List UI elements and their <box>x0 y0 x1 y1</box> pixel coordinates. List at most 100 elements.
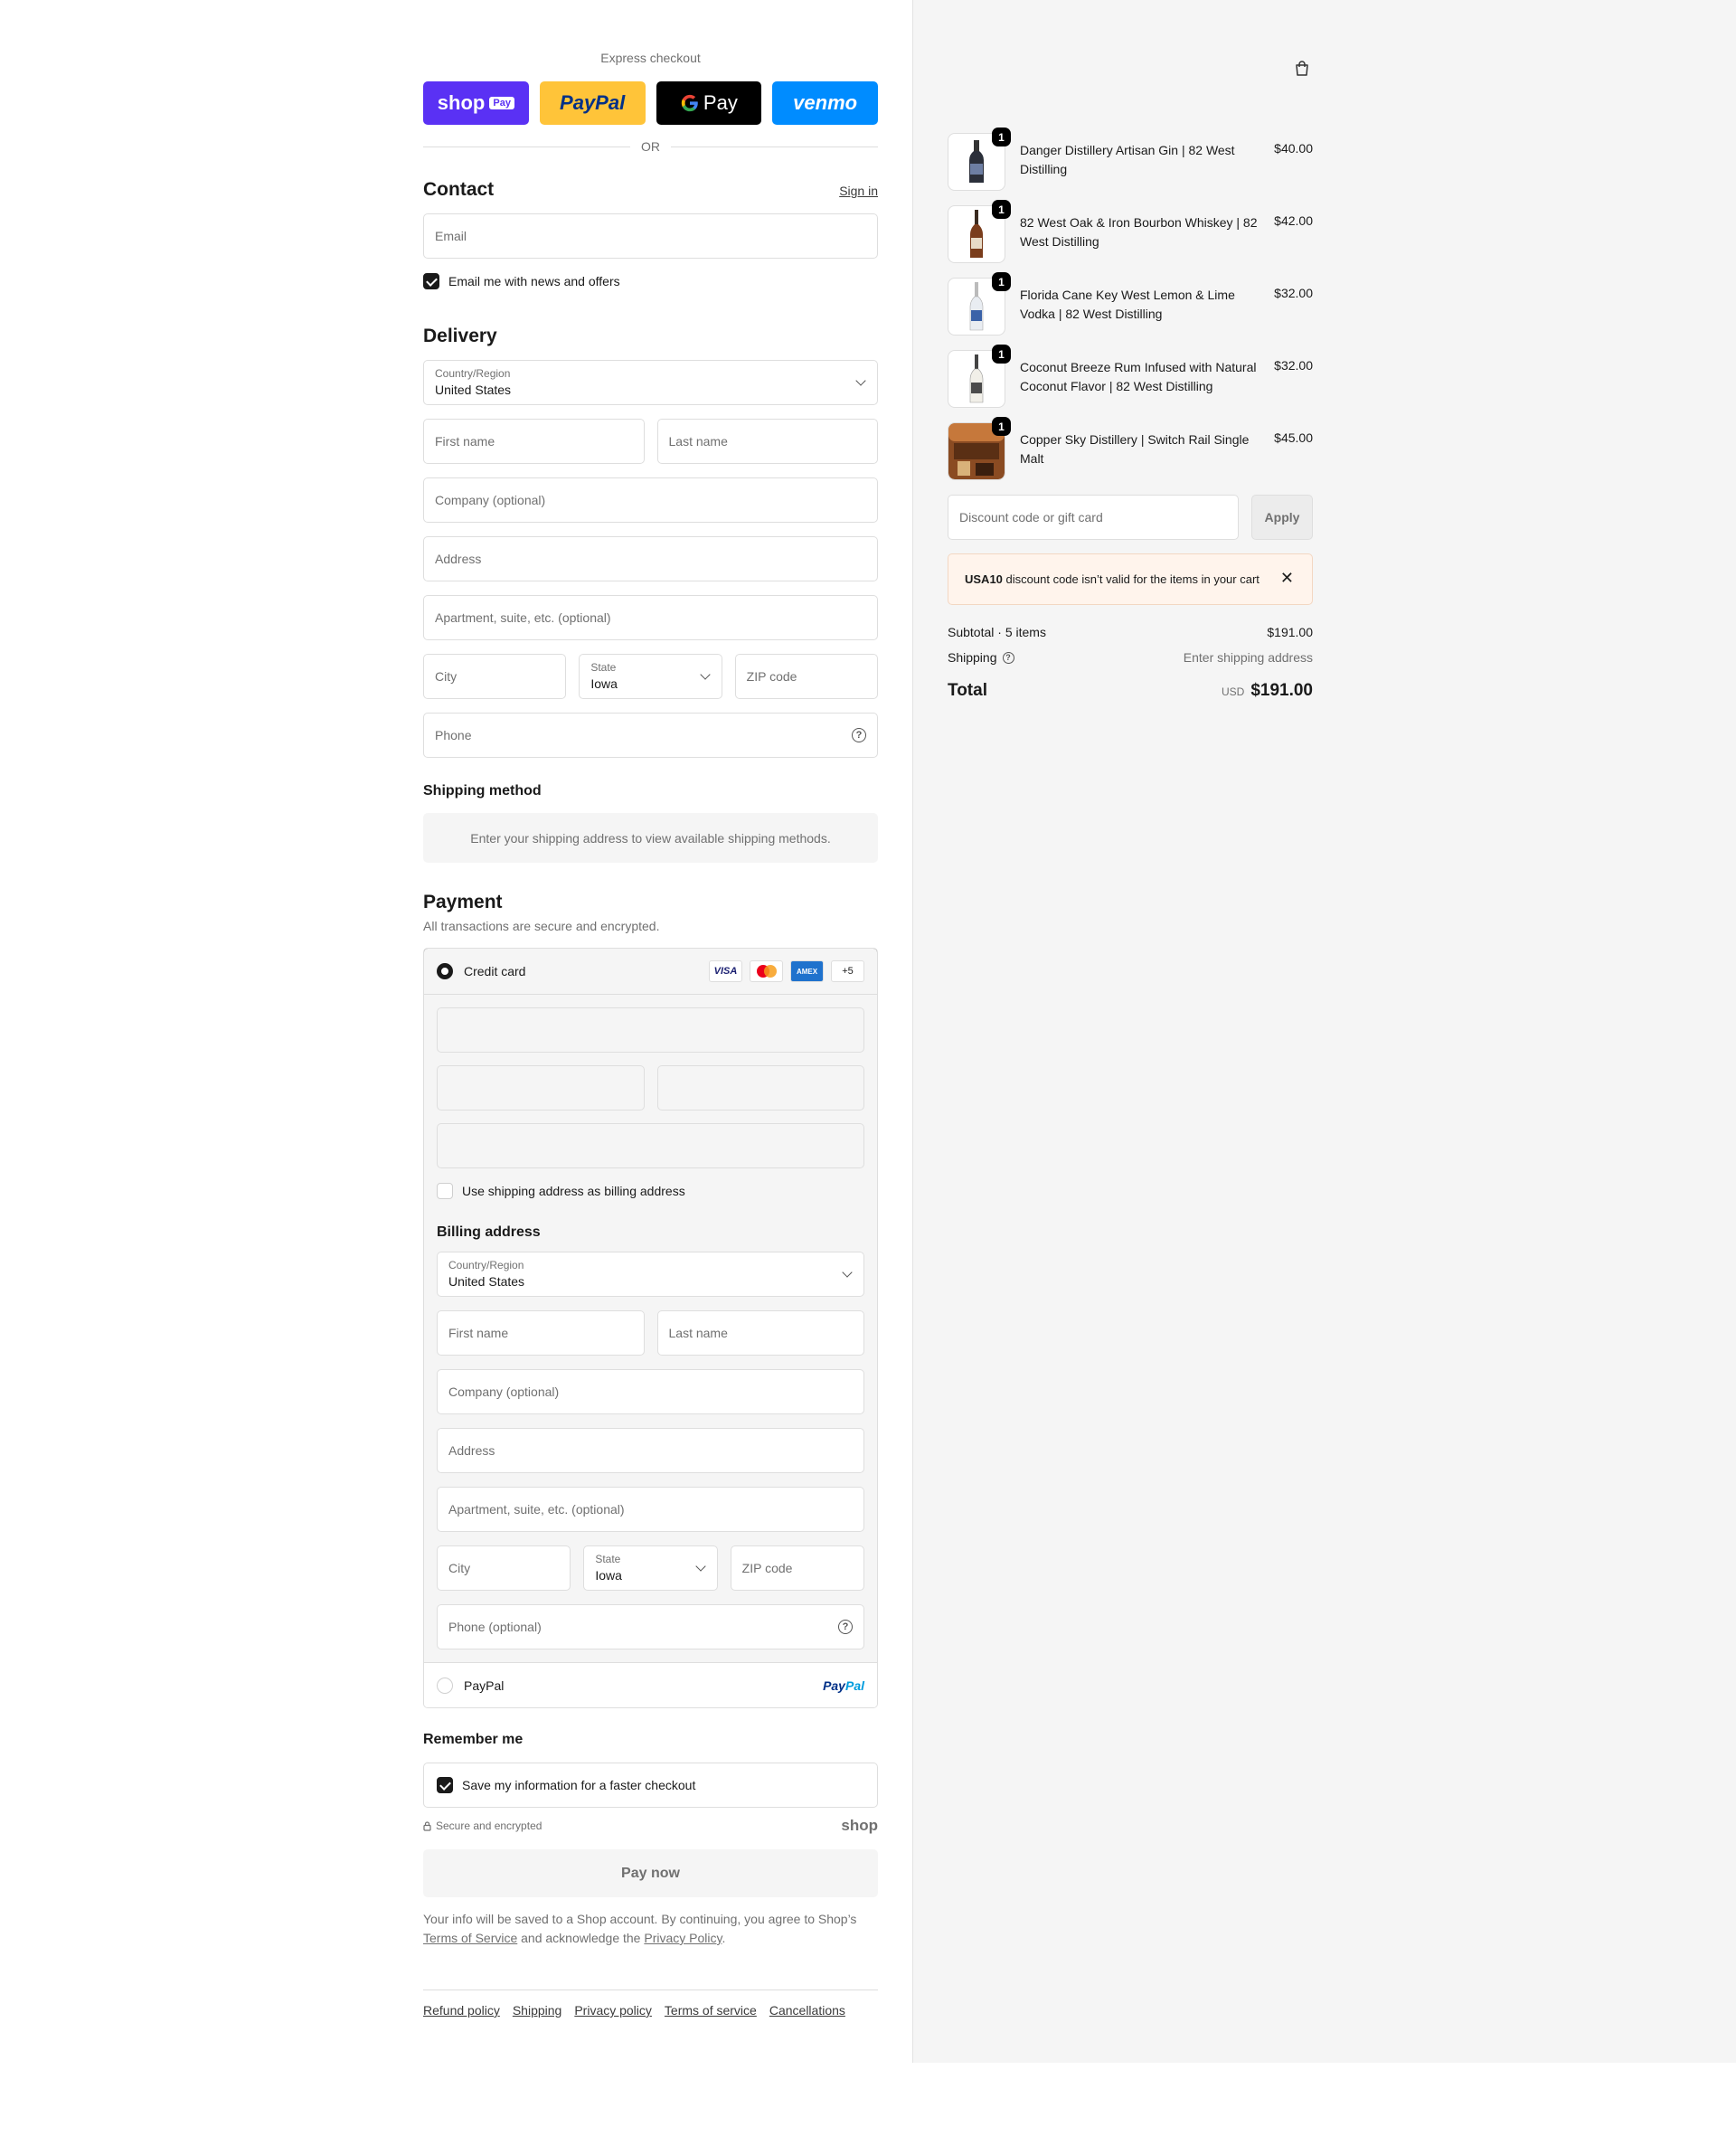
save-info-checkbox[interactable] <box>437 1777 453 1793</box>
discount-code: USA10 <box>965 572 1003 586</box>
discount-error-notice: USA10 discount code isn’t valid for the … <box>948 553 1313 605</box>
legal-part1: Your info will be saved to a Shop accoun… <box>423 1912 857 1926</box>
country-select[interactable]: Country/Region United States <box>423 360 878 405</box>
phone-field[interactable]: Phone ? <box>423 713 878 758</box>
discount-row: Discount code or gift card Apply <box>948 495 1313 540</box>
use-shipping-row[interactable]: Use shipping address as billing address <box>437 1183 864 1199</box>
billing-zip-field[interactable]: ZIP code <box>730 1545 864 1591</box>
shipping-link[interactable]: Shipping <box>513 2003 562 2018</box>
item-price: $42.00 <box>1274 213 1313 228</box>
name-on-card-field[interactable] <box>437 1123 864 1168</box>
email-field[interactable]: Email <box>423 213 878 259</box>
billing-apartment-field[interactable]: Apartment, suite, etc. (optional) <box>437 1487 864 1532</box>
billing-address-field[interactable]: Address <box>437 1428 864 1473</box>
paypal-radio[interactable] <box>437 1677 453 1694</box>
remember-option[interactable]: Save my information for a faster checkou… <box>423 1763 878 1808</box>
shop-pay-badge: Pay <box>489 97 514 109</box>
state-select[interactable]: State Iowa <box>579 654 722 699</box>
billing-state-label: State <box>595 1553 621 1565</box>
total-row: Total USD $191.00 <box>948 681 1313 701</box>
card-number-field[interactable] <box>437 1007 864 1053</box>
product-thumbnail: 1 <box>948 128 1011 191</box>
terms-of-service-link[interactable]: Terms of Service <box>423 1931 517 1945</box>
privacy-policy-footer-link[interactable]: Privacy policy <box>574 2003 652 2018</box>
google-pay-button[interactable]: Pay <box>656 81 762 125</box>
billing-first-name-field[interactable]: First name <box>437 1310 645 1356</box>
apartment-field[interactable]: Apartment, suite, etc. (optional) <box>423 595 878 640</box>
security-code-field[interactable] <box>656 1065 864 1111</box>
city-field[interactable]: City <box>423 654 567 699</box>
paypal-logo: PayPal <box>823 1678 864 1693</box>
chevron-down-icon <box>699 669 711 680</box>
apply-button[interactable]: Apply <box>1251 495 1313 540</box>
item-price: $45.00 <box>1274 430 1313 445</box>
pay-now-button[interactable]: Pay now <box>423 1849 878 1897</box>
legal-part3: . <box>722 1931 726 1945</box>
privacy-policy-link[interactable]: Privacy Policy <box>644 1931 722 1945</box>
billing-last-name-field[interactable]: Last name <box>656 1310 864 1356</box>
subtotal-row: Subtotal · 5 items $191.00 <box>948 625 1313 639</box>
billing-city-field[interactable]: City <box>437 1545 571 1591</box>
quantity-badge: 1 <box>992 272 1011 291</box>
payment-title: Payment <box>423 892 503 912</box>
state-label: State <box>590 661 617 674</box>
billing-state-select[interactable]: State Iowa <box>583 1545 718 1591</box>
shipping-label-group: Shipping ? <box>948 650 1014 665</box>
total-label: Total <box>948 681 987 700</box>
paypal-button[interactable]: PayPal <box>539 81 646 125</box>
newsletter-checkbox-row[interactable]: Email me with news and offers <box>423 273 878 289</box>
use-shipping-label: Use shipping address as billing address <box>462 1184 685 1198</box>
last-name-field[interactable]: Last name <box>656 419 878 464</box>
lock-icon <box>423 1820 431 1831</box>
shipping-value: Enter shipping address <box>1183 650 1313 665</box>
bottle-icon <box>970 210 983 258</box>
billing-phone-field[interactable]: Phone (optional) ? <box>437 1604 864 1649</box>
shop-pay-button[interactable]: shop Pay <box>423 81 529 125</box>
billing-company-field[interactable]: Company (optional) <box>437 1369 864 1414</box>
paypal-logo-b: Pal <box>844 1678 864 1693</box>
paypal-option[interactable]: PayPal PayPal <box>424 1662 877 1707</box>
first-name-field[interactable]: First name <box>423 419 645 464</box>
country-label: Country/Region <box>435 367 511 380</box>
close-icon[interactable]: ✕ <box>1280 569 1294 588</box>
terms-of-service-footer-link[interactable]: Terms of service <box>665 2003 757 2018</box>
shipping-method-title: Shipping method <box>423 783 542 799</box>
mastercard-icon <box>750 960 783 982</box>
quantity-badge: 1 <box>992 417 1011 436</box>
currency-label: USD <box>1221 685 1245 698</box>
venmo-button[interactable]: venmo <box>772 81 878 125</box>
credit-card-option[interactable]: Credit card VISA AMEX +5 <box>424 949 877 995</box>
sign-in-link[interactable]: Sign in <box>839 184 878 198</box>
company-field[interactable]: Company (optional) <box>423 477 878 523</box>
cancellations-link[interactable]: Cancellations <box>769 2003 845 2018</box>
cart-item: 1 Danger Distillery Artisan Gin | 82 Wes… <box>948 128 1313 191</box>
card-brands: VISA AMEX +5 <box>709 960 864 982</box>
refund-policy-link[interactable]: Refund policy <box>423 2003 500 2018</box>
zip-field[interactable]: ZIP code <box>734 654 878 699</box>
chevron-down-icon <box>855 375 866 386</box>
contact-title: Contact <box>423 179 495 200</box>
discount-code-field[interactable]: Discount code or gift card <box>948 495 1239 540</box>
expiration-field[interactable] <box>437 1065 645 1111</box>
newsletter-checkbox[interactable] <box>423 273 439 289</box>
item-price: $32.00 <box>1274 286 1313 300</box>
delivery-title: Delivery <box>423 326 497 346</box>
product-thumbnail: 1 <box>948 200 1011 263</box>
total-value: $191.00 <box>1250 681 1313 700</box>
visa-icon: VISA <box>709 960 742 982</box>
credit-card-radio[interactable] <box>437 963 453 979</box>
product-thumbnail: 1 <box>948 272 1011 336</box>
payment-methods: Credit card VISA AMEX +5 Use shipping ad… <box>423 948 878 1708</box>
secure-row: Secure and encrypted shop <box>423 1817 878 1835</box>
billing-country-select[interactable]: Country/Region United States <box>437 1252 864 1297</box>
address-field[interactable]: Address <box>423 536 878 581</box>
help-icon[interactable]: ? <box>838 1620 853 1634</box>
subtotal-label: Subtotal · 5 items <box>948 625 1046 639</box>
payment-subtitle: All transactions are secure and encrypte… <box>423 919 660 933</box>
item-price: $40.00 <box>1274 141 1313 156</box>
use-shipping-checkbox[interactable] <box>437 1183 453 1199</box>
country-value: United States <box>435 383 512 397</box>
help-icon[interactable]: ? <box>852 728 866 742</box>
cart-item: 1 Copper Sky Distillery | Switch Rail Si… <box>948 417 1313 480</box>
help-icon[interactable]: ? <box>1002 651 1014 664</box>
